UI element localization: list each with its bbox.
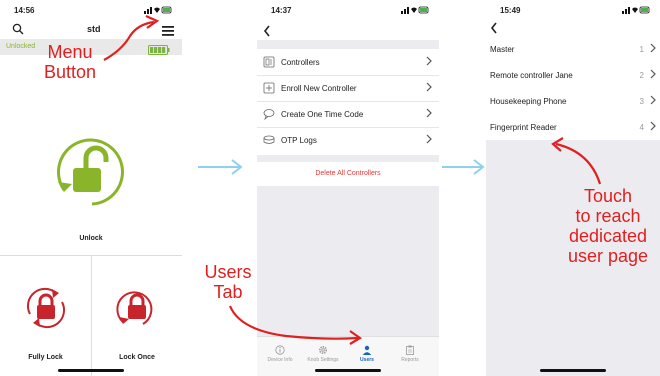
chevron-right-icon	[425, 81, 433, 95]
unlock-icon	[46, 130, 132, 221]
menu-item-controllers[interactable]: Controllers	[257, 49, 439, 76]
gear-icon	[318, 345, 328, 355]
menu-item-label: Controllers	[281, 58, 320, 67]
user-name: Fingerprint Reader	[490, 123, 557, 132]
annotation-touch-line2: to reach	[575, 206, 641, 226]
status-icons	[622, 5, 650, 15]
annotation-touch: Touch to reach dedicated user page	[556, 186, 660, 266]
plus-box-icon	[263, 82, 275, 96]
user-item[interactable]: Master 1	[486, 36, 660, 63]
fully-lock-icon	[22, 284, 70, 337]
tab-label: Users	[360, 357, 374, 363]
chevron-right-icon	[649, 68, 657, 82]
unlock-label: Unlock	[79, 235, 103, 242]
lock-once-button[interactable]: Lock Once	[92, 256, 182, 372]
otp-logs-icon	[263, 134, 275, 148]
annotation-arrow-menu	[103, 14, 160, 61]
menu-item-otp-logs[interactable]: OTP Logs	[257, 127, 439, 153]
lock-name-title: std	[87, 24, 101, 34]
menu-item-one-time-code[interactable]: Create One Time Code	[257, 101, 439, 128]
annotation-touch-line1: Touch	[583, 186, 633, 206]
home-indicator	[540, 369, 606, 372]
chevron-right-icon	[649, 94, 657, 108]
annotation-menu-button: Menu Button	[30, 42, 110, 82]
user-list: Master 1 Remote controller Jane 2 Housek…	[486, 36, 660, 140]
search-icon[interactable]	[12, 22, 24, 40]
annotation-arrow-touch	[551, 137, 602, 185]
annotation-users-tab: Users Tab	[198, 262, 258, 302]
annotation-menu-line1: Menu	[47, 42, 93, 62]
status-bar: 15:49	[486, 0, 660, 20]
unlock-button[interactable]: Unlock	[0, 110, 182, 250]
tab-reports[interactable]: Reports	[390, 345, 430, 363]
user-item[interactable]: Housekeeping Phone 3	[486, 88, 660, 115]
annotation-touch-line4: user page	[567, 246, 649, 266]
user-index: 4	[639, 123, 644, 132]
user-index: 2	[639, 71, 644, 80]
user-item[interactable]: Remote controller Jane 2	[486, 62, 660, 89]
tab-label: Device Info	[267, 357, 293, 363]
controllers-icon	[263, 56, 275, 70]
tab-device-info[interactable]: Device Info	[260, 345, 300, 363]
fully-lock-button[interactable]: Fully Lock	[0, 256, 91, 372]
annotation-touch-line3: dedicated	[568, 226, 648, 246]
user-name: Master	[490, 45, 515, 54]
user-name: Housekeeping Phone	[490, 97, 567, 106]
user-index: 1	[639, 45, 644, 54]
tab-label: Knob Settings	[307, 357, 339, 363]
status-time: 14:37	[271, 6, 292, 15]
menu-item-label: Create One Time Code	[281, 110, 364, 119]
fully-lock-label: Fully Lock	[28, 354, 63, 361]
menu-item-label: Enroll New Controller	[281, 84, 357, 93]
menu-item-enroll[interactable]: Enroll New Controller	[257, 75, 439, 102]
user-name: Remote controller Jane	[490, 71, 573, 80]
tab-label: Reports	[401, 357, 419, 363]
home-indicator	[315, 369, 381, 372]
home-indicator	[58, 369, 124, 372]
clipboard-icon	[406, 345, 414, 355]
menu-list: Controllers Enroll New Controller Create…	[257, 49, 439, 155]
chevron-right-icon	[425, 133, 433, 147]
one-time-code-icon	[263, 108, 275, 122]
tab-users[interactable]: Users	[347, 345, 387, 363]
annotation-users-line1: Users	[204, 262, 252, 282]
tab-knob-settings[interactable]: Knob Settings	[303, 345, 343, 363]
delete-label: Delete All Controllers	[315, 170, 381, 177]
user-icon	[362, 345, 372, 355]
delete-all-controllers-button[interactable]: Delete All Controllers	[257, 162, 439, 186]
annotation-arrow-users	[228, 305, 363, 345]
status-time: 15:49	[500, 6, 521, 15]
info-icon	[275, 345, 285, 355]
menu-item-label: OTP Logs	[281, 136, 317, 145]
annotation-users-line2: Tab	[213, 282, 243, 302]
status-time: 14:56	[14, 6, 35, 15]
chevron-right-icon	[649, 120, 657, 134]
lock-once-icon	[113, 284, 161, 337]
flow-arrow-1	[198, 159, 243, 175]
lock-once-label: Lock Once	[119, 354, 155, 361]
user-index: 3	[639, 97, 644, 106]
chevron-right-icon	[425, 55, 433, 69]
flow-arrow-2	[442, 159, 485, 175]
status-bar: 14:37	[257, 0, 439, 20]
chevron-right-icon	[425, 107, 433, 121]
status-icons	[401, 5, 429, 15]
back-chevron-icon[interactable]	[263, 24, 271, 42]
chevron-right-icon	[649, 42, 657, 56]
annotation-menu-line2: Button	[43, 62, 97, 82]
